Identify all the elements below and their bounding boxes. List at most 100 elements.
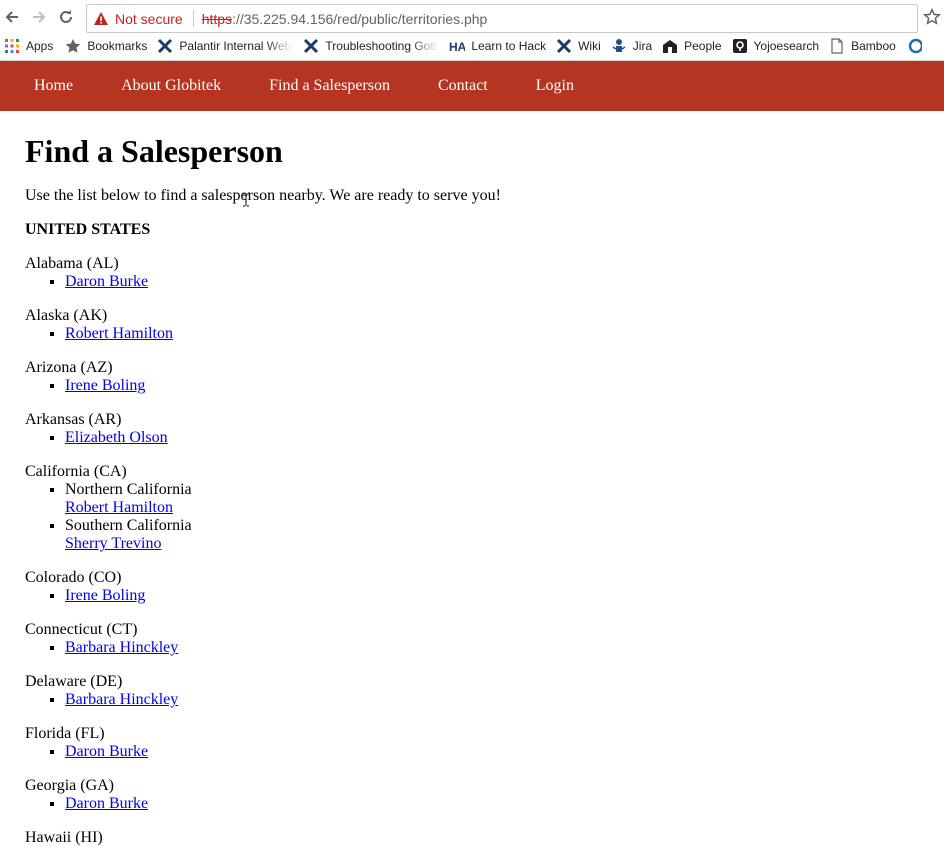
state-name: Hawaii (HI) xyxy=(25,829,103,846)
state-entry: Alabama (AL)Daron Burke xyxy=(25,255,925,291)
state-name: California (CA) xyxy=(25,463,127,480)
url-divider xyxy=(192,10,194,27)
state-name: Georgia (GA) xyxy=(25,777,115,794)
search-badge-icon xyxy=(732,38,748,54)
palantir-icon xyxy=(157,38,173,54)
back-arrow-icon xyxy=(5,11,18,23)
state-list: Alabama (AL)Daron BurkeAlaska (AK)Robert… xyxy=(25,255,925,847)
bookmark-label: Wiki xyxy=(578,39,601,53)
state-name: Delaware (DE) xyxy=(25,673,123,690)
salesperson-link[interactable]: Robert Hamilton xyxy=(65,499,173,516)
state-name: Arkansas (AR) xyxy=(25,411,122,428)
bookmark-troubleshooting[interactable]: Troubleshooting Goth xyxy=(303,38,439,54)
state-entry: Colorado (CO)Irene Boling xyxy=(25,569,925,605)
reload-icon xyxy=(60,10,72,23)
ha-icon: HA xyxy=(449,38,465,54)
bookmark-people[interactable]: People xyxy=(662,38,722,54)
bookmark-label: Troubleshooting Goth xyxy=(325,39,440,53)
salesperson-list-item: Daron Burke xyxy=(65,743,925,761)
star-icon xyxy=(65,38,81,54)
back-button[interactable] xyxy=(0,3,24,31)
state-name: Connecticut (CT) xyxy=(25,621,138,638)
browser-chrome: Not secure https://35.225.94.156/red/pub… xyxy=(0,0,944,61)
salesperson-link[interactable]: Daron Burke xyxy=(65,743,148,760)
salesperson-list: Irene Boling xyxy=(25,587,925,605)
salesperson-link[interactable]: Robert Hamilton xyxy=(65,325,173,342)
state-entry: Alaska (AK)Robert Hamilton xyxy=(25,307,925,343)
nav-contact-link[interactable]: Contact xyxy=(438,77,488,95)
bookmark-apps[interactable]: Apps xyxy=(4,38,53,54)
region-name: Southern California xyxy=(65,517,192,534)
jira-icon xyxy=(611,38,627,54)
star-outline-icon xyxy=(923,8,941,25)
palantir-icon xyxy=(556,38,572,54)
salesperson-list-item: Daron Burke xyxy=(65,795,925,813)
address-bar[interactable]: Not secure https://35.225.94.156/red/pub… xyxy=(86,4,918,33)
main-content: Find a Salesperson Use the list below to… xyxy=(25,111,925,847)
salesperson-list: Barbara Hinckley xyxy=(25,691,925,709)
state-entry: Arizona (AZ)Irene Boling xyxy=(25,359,925,395)
salesperson-list: Daron Burke xyxy=(25,743,925,761)
bookmarks-bar: Apps Bookmarks Palantir Internal Webs Tr… xyxy=(0,35,944,57)
state-name: Alaska (AK) xyxy=(25,307,108,324)
bookmark-star-button[interactable] xyxy=(922,7,942,27)
bookmark-label: Palantir Internal Webs xyxy=(179,39,294,53)
salesperson-link[interactable]: Irene Boling xyxy=(65,587,145,604)
security-status-label: Not secure xyxy=(115,10,183,27)
salesperson-link[interactable]: Daron Burke xyxy=(65,795,148,812)
url-scheme: https xyxy=(201,10,233,27)
state-entry: Delaware (DE)Barbara Hinckley xyxy=(25,673,925,709)
salesperson-list: Barbara Hinckley xyxy=(25,639,925,657)
salesperson-link[interactable]: Barbara Hinckley xyxy=(65,639,178,656)
salesperson-link[interactable]: Daron Burke xyxy=(65,273,148,290)
people-icon xyxy=(662,38,678,54)
country-heading: UNITED STATES xyxy=(25,221,151,238)
salesperson-list-item: Elizabeth Olson xyxy=(65,429,925,447)
salesperson-list: Northern CaliforniaRobert HamiltonSouthe… xyxy=(25,481,925,553)
palantir-icon xyxy=(303,38,319,54)
bookmark-label: People xyxy=(684,39,722,53)
nav-about-link[interactable]: About Globitek xyxy=(121,77,221,95)
bookmark-bamboo[interactable]: Bamboo xyxy=(829,38,896,54)
bookmark-label: Bamboo xyxy=(851,39,896,53)
nav-home-link[interactable]: Home xyxy=(34,77,73,95)
reload-button[interactable] xyxy=(54,3,78,31)
bookmark-bookmarks[interactable]: Bookmarks xyxy=(65,38,147,54)
warning-triangle-icon xyxy=(93,11,109,27)
salesperson-list-item: Barbara Hinckley xyxy=(65,639,925,657)
state-name: Florida (FL) xyxy=(25,725,105,742)
page-icon xyxy=(829,38,845,54)
browser-toolbar: Not secure https://35.225.94.156/red/pub… xyxy=(0,3,944,33)
salesperson-list: Irene Boling xyxy=(25,377,925,395)
state-entry: Georgia (GA)Daron Burke xyxy=(25,777,925,813)
salesperson-list: Daron Burke xyxy=(25,795,925,813)
nav-login-link[interactable]: Login xyxy=(536,77,574,95)
bookmark-label: Apps xyxy=(26,39,54,53)
bookmark-yojoesearch[interactable]: Yojoesearch xyxy=(732,38,819,54)
page-title: Find a Salesperson xyxy=(25,133,283,169)
site-navigation: Home About Globitek Find a Salesperson C… xyxy=(0,61,944,111)
bookmark-jira[interactable]: Jira xyxy=(611,38,652,54)
salesperson-link[interactable]: Barbara Hinckley xyxy=(65,691,178,708)
url-path: ://35.225.94.156/red/public/territories.… xyxy=(232,10,488,27)
salesperson-link[interactable]: Irene Boling xyxy=(65,377,145,394)
svg-text:HA: HA xyxy=(449,40,465,54)
forward-button[interactable] xyxy=(27,3,51,31)
bookmark-palantir-internal[interactable]: Palantir Internal Webs xyxy=(157,38,293,54)
state-entry: Hawaii (HI) xyxy=(25,829,925,847)
nav-find-salesperson-link[interactable]: Find a Salesperson xyxy=(269,77,390,95)
forward-arrow-icon xyxy=(33,11,46,23)
bookmark-label: Jira xyxy=(632,39,653,53)
salesperson-list: Elizabeth Olson xyxy=(25,429,925,447)
salesperson-link[interactable]: Sherry Trevino xyxy=(65,535,161,552)
salesperson-list-item: Daron Burke xyxy=(65,273,925,291)
state-entry: Arkansas (AR)Elizabeth Olson xyxy=(25,411,925,447)
region-name: Northern California xyxy=(65,481,192,498)
salesperson-list: Daron Burke xyxy=(25,273,925,291)
bookmark-overflow[interactable] xyxy=(906,38,928,54)
salesperson-link[interactable]: Elizabeth Olson xyxy=(65,429,168,446)
bookmark-wiki[interactable]: Wiki xyxy=(556,38,601,54)
salesperson-list: Robert Hamilton xyxy=(25,325,925,343)
bookmark-label: Bookmarks xyxy=(87,39,148,53)
bookmark-learn-to-hack[interactable]: HA Learn to Hack xyxy=(449,38,546,54)
